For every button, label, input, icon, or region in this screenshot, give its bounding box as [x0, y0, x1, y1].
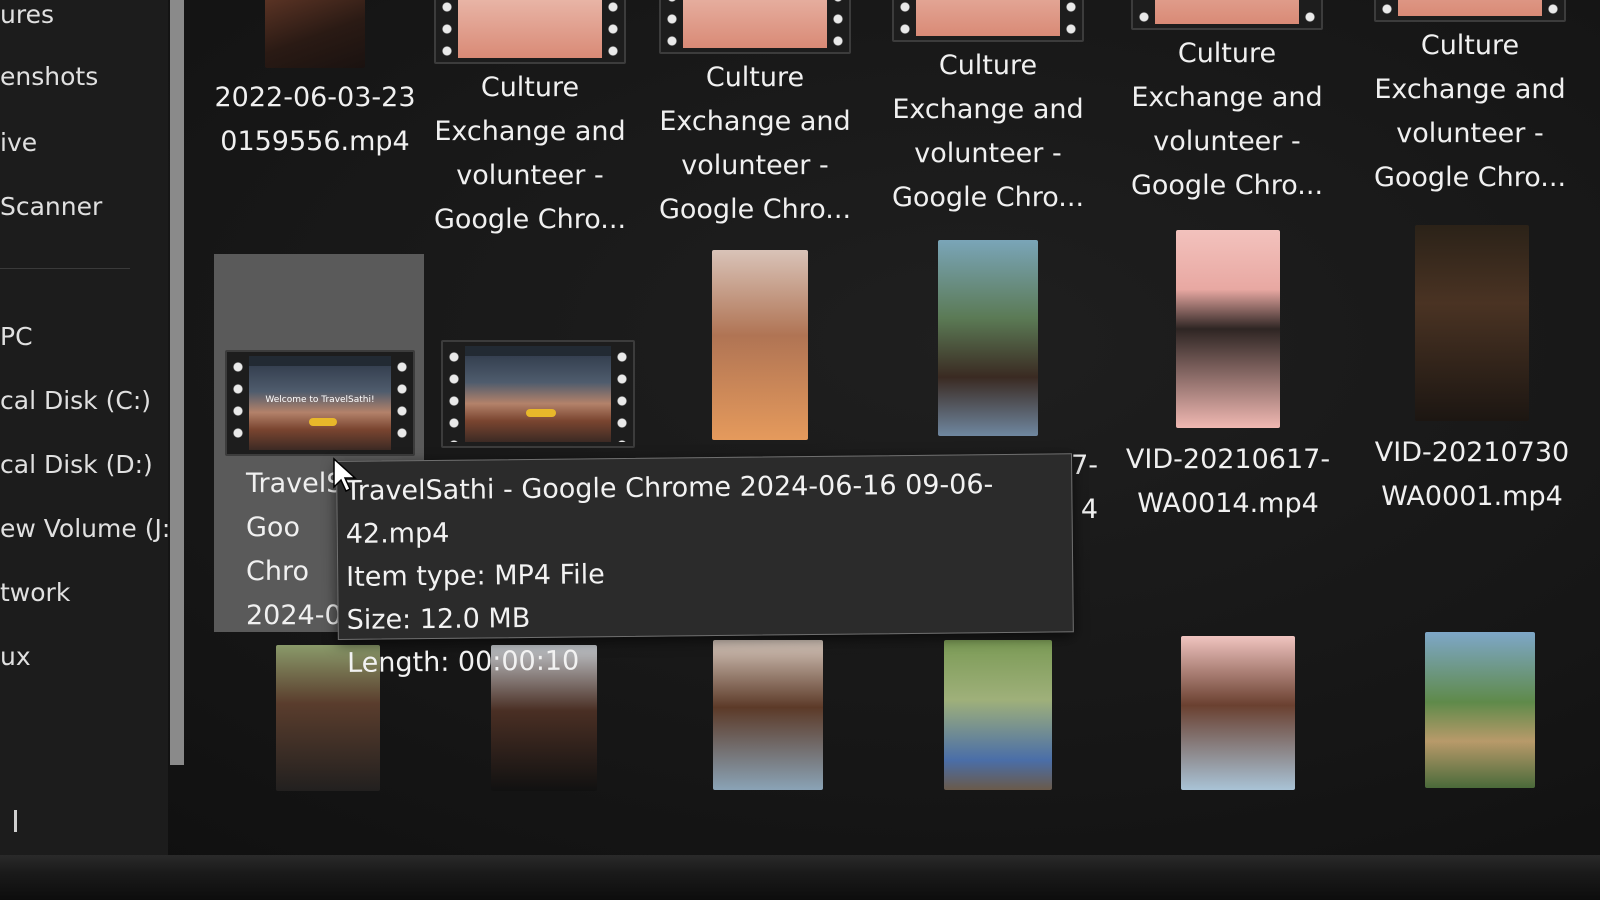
text-caret [14, 810, 17, 832]
file-tile[interactable]: 2022-06-03-23 0159556.mp4 [205, 0, 425, 164]
file-tile[interactable] [650, 250, 870, 440]
file-tile[interactable]: Culture Exchange and volunteer - Google … [1117, 0, 1337, 208]
file-tile[interactable] [1370, 632, 1590, 788]
video-thumbnail [712, 250, 808, 440]
video-thumbnail [1176, 230, 1280, 428]
file-name: 2022-06-03-23 0159556.mp4 [214, 82, 416, 157]
mouse-pointer-icon [333, 457, 357, 493]
file-tile[interactable]: Culture Exchange and volunteer - Google … [878, 0, 1098, 220]
video-thumbnail [892, 0, 1084, 42]
video-thumbnail [265, 0, 365, 68]
sidebar-scrollbar[interactable] [170, 0, 184, 765]
file-name: Culture Exchange and volunteer - Google … [1373, 30, 1567, 193]
file-tile[interactable]: VID-20210730 WA0001.mp4 [1362, 225, 1582, 519]
tooltip-item-type: Item type: MP4 File [346, 559, 605, 593]
sidebar-item-local-disk-d[interactable]: cal Disk (D:) [0, 450, 153, 479]
thumbnail-caption: Welcome to TravelSathi! [265, 395, 375, 406]
video-thumbnail [659, 0, 851, 54]
file-tile[interactable]: VID-20210617- WA0014.mp4 [1118, 230, 1338, 526]
file-tile[interactable] [428, 340, 648, 448]
video-thumbnail [1181, 636, 1295, 790]
file-tile[interactable]: Culture Exchange and volunteer - Google … [645, 0, 865, 232]
video-thumbnail [1374, 0, 1566, 22]
file-info-tooltip: TravelSathi - Google Chrome 2024-06-16 0… [336, 453, 1074, 679]
sidebar-item-new-volume-j[interactable]: ew Volume (J: [0, 514, 170, 543]
file-name: Culture Exchange and volunteer - Google … [658, 62, 852, 225]
video-thumbnail [1425, 632, 1535, 788]
video-thumbnail [441, 340, 635, 448]
sidebar-item-local-disk-c[interactable]: cal Disk (C:) [0, 386, 151, 415]
file-name: VID-20210730 WA0001.mp4 [1374, 437, 1570, 512]
file-name: Culture Exchange and volunteer - Google … [433, 72, 627, 235]
file-explorer-screen: ures enshots ive Scanner PC cal Disk (C:… [0, 0, 1600, 855]
sidebar-item-network[interactable]: twork [0, 578, 70, 607]
sidebar-divider [0, 268, 130, 269]
video-thumbnail: Welcome to TravelSathi! [225, 350, 415, 456]
sidebar-item-pictures[interactable]: ures [0, 0, 54, 29]
tooltip-file-name: TravelSathi - Google Chrome 2024-06-16 0… [345, 469, 994, 550]
file-name: Culture Exchange and volunteer - Google … [891, 50, 1085, 213]
tooltip-length: Length: 00:00:10 [346, 645, 580, 679]
sidebar-item-linux[interactable]: ux [0, 642, 31, 671]
file-tile[interactable] [1128, 636, 1348, 790]
sidebar-item-screenshots[interactable]: enshots [0, 62, 98, 91]
navigation-pane: ures enshots ive Scanner PC cal Disk (C:… [0, 0, 170, 855]
video-thumbnail [1415, 225, 1529, 421]
sidebar-item-this-pc[interactable]: PC [0, 322, 33, 351]
video-thumbnail [1131, 0, 1323, 30]
sidebar-item-scanner[interactable]: Scanner [0, 192, 102, 221]
tooltip-size: Size: 12.0 MB [346, 602, 531, 636]
file-name: VID-20210617- WA0014.mp4 [1125, 444, 1331, 519]
file-tile[interactable]: Culture Exchange and volunteer - Google … [1360, 0, 1580, 200]
file-name: Culture Exchange and volunteer - Google … [1130, 38, 1324, 201]
file-tile[interactable]: Culture Exchange and volunteer - Google … [420, 0, 640, 242]
sidebar-item-drive[interactable]: ive [0, 128, 37, 157]
video-thumbnail [434, 0, 626, 64]
video-thumbnail [938, 240, 1038, 436]
monitor-bezel [0, 855, 1600, 900]
